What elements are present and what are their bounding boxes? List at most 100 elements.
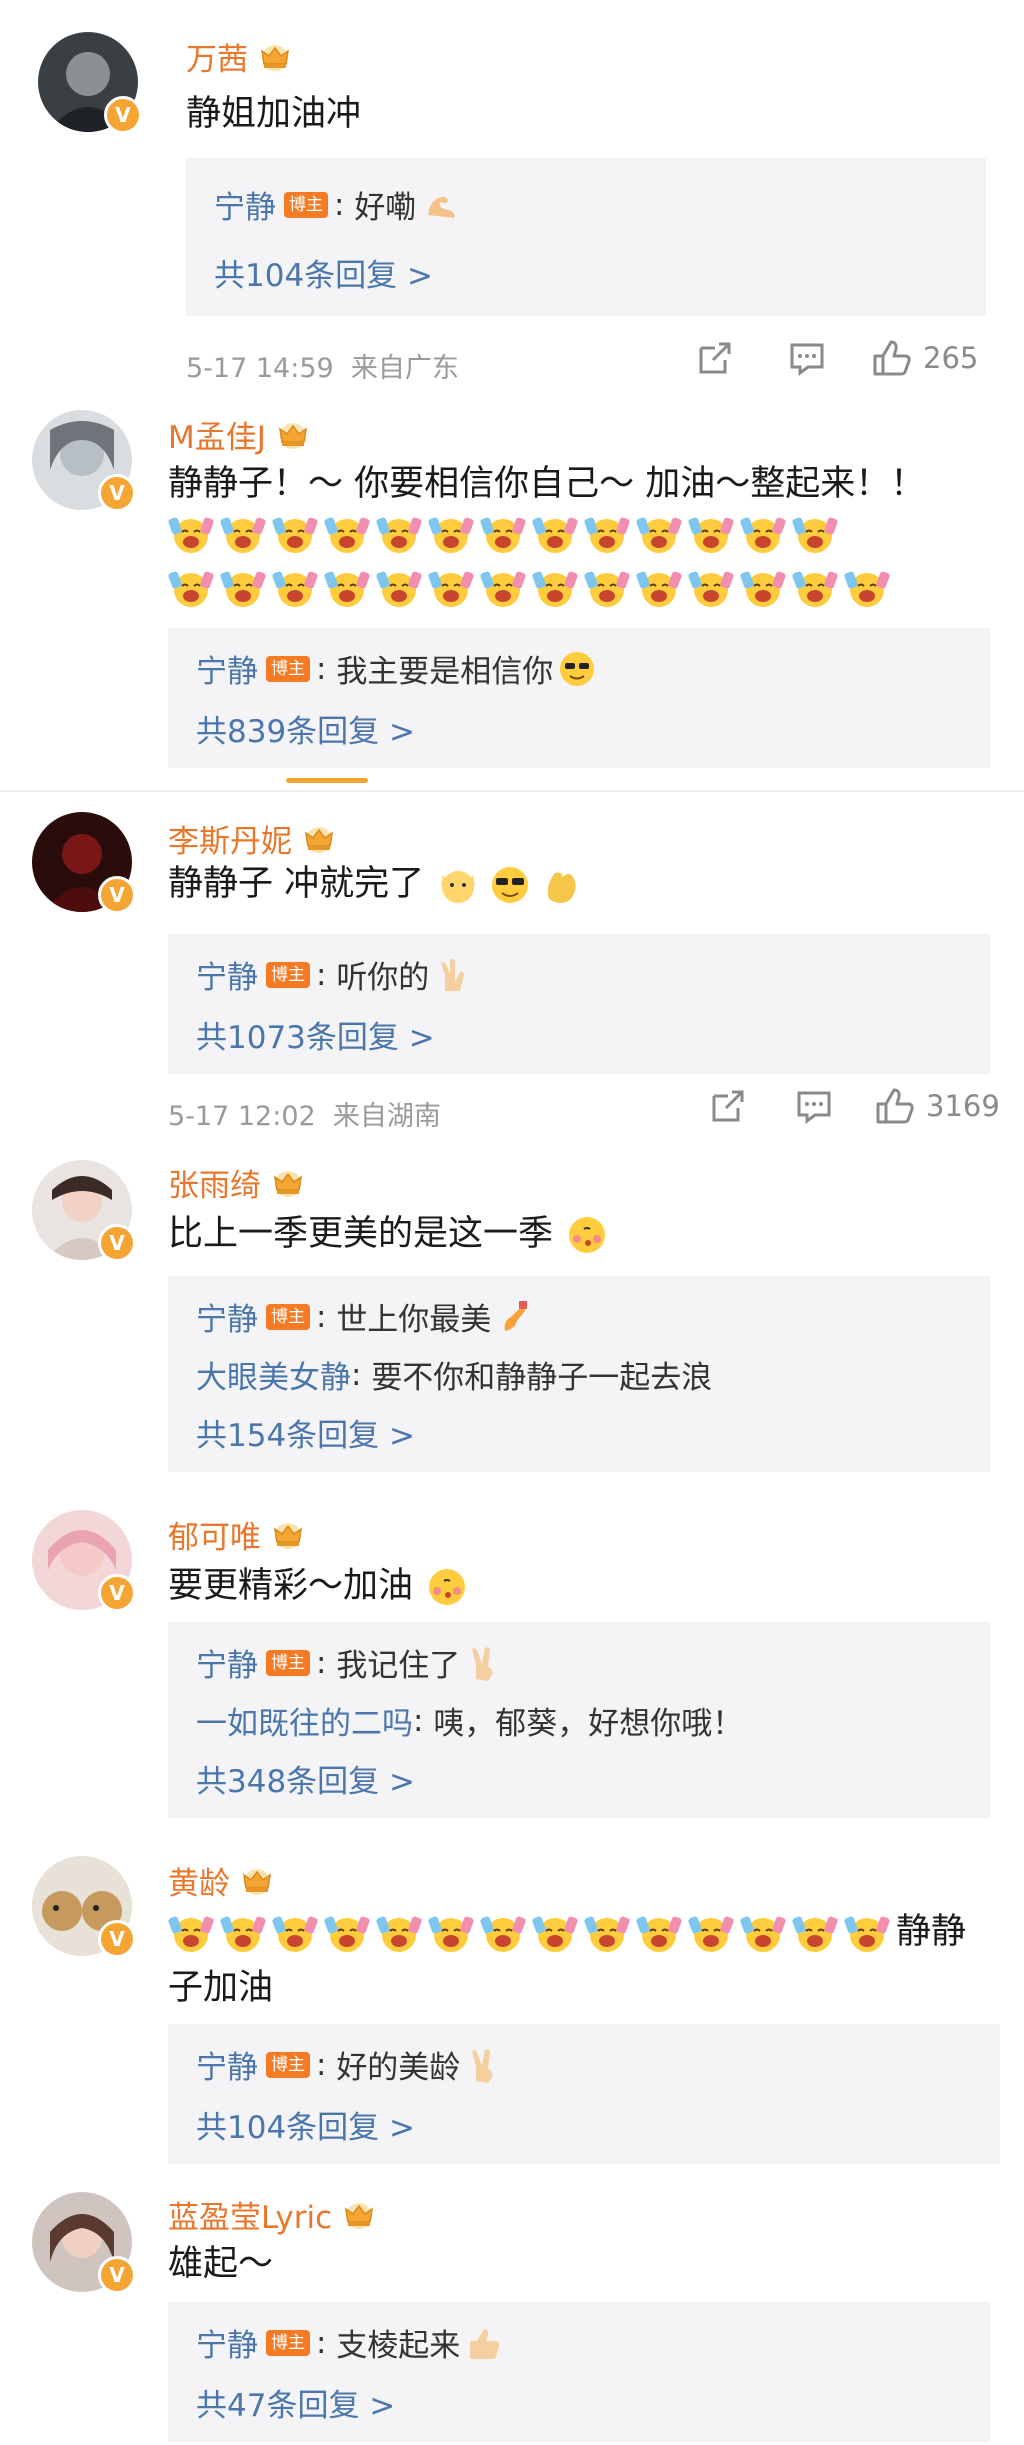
comment-meta: 5-17 12:02 来自湖南 — [168, 1094, 441, 1133]
cat-icon — [441, 871, 476, 903]
comment-text: 静姐加油冲 — [186, 94, 362, 134]
reply-author[interactable]: 宁静 — [196, 1294, 258, 1339]
comment-icon[interactable] — [794, 1086, 834, 1126]
comment-item: V 李斯丹妮 静静子 冲就完了 宁静 博主 : 听你的 共1073条回复 > 5… — [0, 792, 1024, 1132]
share-icon[interactable] — [708, 1086, 748, 1126]
victory-icon — [472, 2048, 493, 2083]
commenter-name[interactable]: M孟佳J — [168, 412, 266, 457]
cheer-emoji-icon — [376, 1911, 422, 1955]
verified-icon: V — [98, 876, 136, 914]
reply-box[interactable]: 宁静 博主 : 好嘞 共104条回复 > — [186, 158, 986, 316]
reply-count-link[interactable]: 共154条回复 > — [196, 1410, 415, 1455]
reply-author[interactable]: 宁静 — [196, 1640, 258, 1685]
reply-author[interactable]: 大眼美女静 — [196, 1352, 351, 1397]
reply-box[interactable]: 宁静 博主 : 世上你最美 大眼美女静 : 要不你和静静子一起去浪 共154条回… — [168, 1276, 990, 1472]
crown-icon — [269, 1520, 307, 1550]
host-badge: 博主 — [266, 655, 310, 682]
like-icon[interactable] — [874, 1086, 916, 1126]
commenter-name[interactable]: 张雨绮 — [168, 1160, 261, 1205]
like-count: 265 — [923, 341, 979, 375]
cheer-emoji-icon — [636, 1911, 682, 1955]
reply-count-link[interactable]: 共104条回复 > — [214, 250, 433, 295]
avatar[interactable]: V — [32, 1160, 136, 1262]
reply-line: 宁静 博主 : 好的美龄 — [196, 2042, 504, 2087]
reply-box[interactable]: 宁静 博主 : 听你的 共1073条回复 > — [168, 934, 990, 1074]
avatar[interactable]: V — [32, 1510, 136, 1612]
crown-icon — [238, 1866, 276, 1896]
cheer-emoji-icon — [168, 1911, 214, 1955]
cheer-emoji-icon — [272, 566, 318, 610]
reply-line: 宁静 博主 : 听你的 — [196, 952, 473, 997]
crown-icon — [274, 420, 312, 450]
avatar[interactable]: V — [32, 2192, 136, 2294]
reply-author[interactable]: 宁静 — [196, 2042, 258, 2087]
cheer-emoji-icon — [272, 1911, 318, 1955]
reply-line: 宁静 博主 : 我主要是相信你 — [196, 646, 597, 691]
crown-icon — [269, 1168, 307, 1198]
share-icon[interactable] — [695, 338, 735, 378]
cheer-emoji-icon — [376, 566, 422, 610]
avatar[interactable]: V — [32, 1856, 136, 1958]
cheer-emoji-icon — [324, 566, 370, 610]
reply-author[interactable]: 一如既往的二吗 — [196, 1698, 413, 1743]
commenter-name[interactable]: 黄龄 — [168, 1858, 230, 1903]
reply-count-link[interactable]: 共1073条回复 > — [196, 1012, 435, 1057]
cheer-emoji-icon — [792, 1911, 838, 1955]
reply-author[interactable]: 宁静 — [196, 2320, 258, 2365]
like-icon[interactable] — [871, 338, 913, 378]
reply-text: 听你的 — [336, 960, 430, 996]
avatar[interactable]: V — [32, 410, 136, 512]
reply-count-link[interactable]: 共348条回复 > — [196, 1756, 415, 1801]
commenter-name[interactable]: 万茜 — [186, 34, 248, 79]
comment-item: V 万茜 静姐加油冲 宁静 博主 : 好嘞 共104条回复 > 5-17 14:… — [0, 0, 1024, 390]
cheer-emoji-icon — [792, 512, 838, 556]
reply-count-link[interactable]: 共47条回复 > — [196, 2380, 395, 2425]
cheer-emoji-icon — [844, 1911, 890, 1955]
clapping-icon — [548, 872, 576, 903]
cheer-emoji-icon — [688, 512, 734, 556]
reply-box[interactable]: 宁静 博主 : 支棱起来 共47条回复 > — [168, 2302, 990, 2442]
reply-author[interactable]: 宁静 — [196, 952, 258, 997]
thumbs-up-icon — [470, 2328, 500, 2359]
reply-line: 宁静 博主 : 世上你最美 — [196, 1294, 535, 1339]
reply-text: 好嘞 — [354, 190, 417, 226]
like-count: 3169 — [926, 1089, 1000, 1123]
avatar[interactable]: V — [38, 32, 142, 134]
cheer-emoji-icon — [428, 512, 474, 556]
cheer-emoji-icon — [532, 1911, 578, 1955]
reply-box[interactable]: 宁静 博主 : 我记住了 一如既往的二吗 : 咦，郁葵，好想你哦！ 共348条回… — [168, 1622, 990, 1818]
cheer-emoji-icon — [740, 512, 786, 556]
reply-text: 咦，郁葵，好想你哦！ — [433, 1706, 744, 1742]
location: 来自湖南 — [332, 1101, 441, 1132]
reply-author[interactable]: 宁静 — [196, 646, 258, 691]
verified-icon: V — [98, 474, 136, 512]
reply-box[interactable]: 宁静 博主 : 我主要是相信你 共839条回复 > — [168, 628, 990, 768]
cheer-emoji-icon — [324, 1911, 370, 1955]
commenter-name[interactable]: 李斯丹妮 — [168, 816, 292, 861]
reply-text: 我记住了 — [336, 1648, 461, 1684]
host-badge: 博主 — [284, 191, 328, 218]
comment-item: V M孟佳J 静静子！～ 你要相信你自己～ 加油～整起来！！ 宁静 博主 : 我… — [0, 390, 1024, 790]
cheer-emoji-icon — [740, 1911, 786, 1955]
avatar[interactable]: V — [32, 812, 136, 914]
reply-line: 宁静 博主 : 支棱起来 — [196, 2320, 504, 2365]
host-badge: 博主 — [266, 2329, 310, 2356]
cheer-emoji-icon — [688, 566, 734, 610]
verified-icon: V — [104, 96, 142, 134]
timestamp: 5-17 14:59 — [186, 353, 334, 384]
reply-box[interactable]: 宁静 博主 : 好的美龄 共104条回复 > — [168, 2024, 1000, 2164]
reply-count-link[interactable]: 共839条回复 > — [196, 706, 415, 751]
commenter-name[interactable]: 郁可唯 — [168, 1512, 261, 1557]
commenter-name[interactable]: 蓝盈莹Lyric — [168, 2192, 332, 2237]
emoji-rows — [168, 512, 998, 620]
reply-author[interactable]: 宁静 — [214, 182, 276, 227]
comment-icon[interactable] — [787, 338, 827, 378]
cheer-emoji-icon — [220, 512, 266, 556]
comment-item: V 黄龄 静静 子加油 宁静 博主 : 好的美龄 共104条回复 > — [0, 1828, 1024, 2178]
comment-item: V 蓝盈莹Lyric 雄起～ 宁静 博主 : 支棱起来 共47条回复 > — [0, 2178, 1024, 2445]
cheer-emoji-icon — [584, 512, 630, 556]
host-badge: 博主 — [266, 961, 310, 988]
verified-icon: V — [98, 2256, 136, 2294]
muscle-icon — [428, 196, 455, 218]
reply-count-link[interactable]: 共104条回复 > — [196, 2102, 415, 2147]
